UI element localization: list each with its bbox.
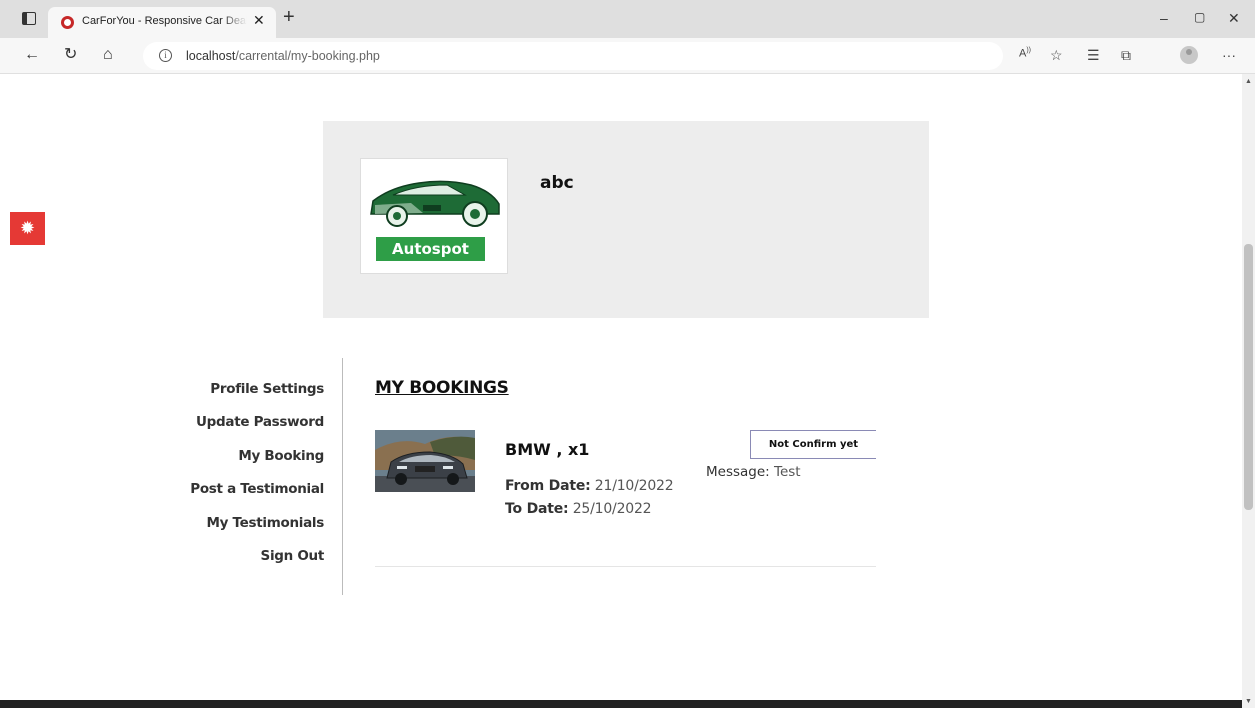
car-logo-icon [370, 180, 500, 227]
sidebar-item-my-booking[interactable]: My Booking [180, 445, 324, 478]
sidebar-item-sign-out[interactable]: Sign Out [180, 545, 325, 578]
to-date-value: 25/10/2022 [572, 501, 652, 517]
collections-icon[interactable]: ⧉ [1121, 47, 1131, 64]
settings-gear-button[interactable]: ✹ [10, 212, 45, 245]
info-icon[interactable]: i [159, 49, 172, 62]
from-date-label: From Date: [505, 478, 591, 494]
booking-divider [375, 566, 876, 567]
logo-text: Autospot [376, 237, 485, 261]
new-tab-button[interactable]: + [283, 6, 295, 29]
scroll-thumb[interactable] [1244, 244, 1253, 510]
to-date: To Date: 25/10/2022 [505, 501, 652, 517]
profile-name: abc [540, 173, 574, 193]
url-host: localhost [186, 49, 236, 63]
from-date-value: 21/10/2022 [594, 478, 674, 494]
tab-title: CarForYou - Responsive Car Dealer [82, 15, 247, 27]
back-icon[interactable]: ← [24, 46, 40, 64]
url-path: /carrental/my-booking.php [235, 49, 380, 63]
status-badge[interactable]: Not Confirm yet [750, 430, 876, 459]
footer [0, 700, 1242, 708]
gear-icon: ✹ [19, 218, 36, 238]
more-icon[interactable]: ··· [1222, 47, 1236, 63]
sidebar-divider [342, 358, 343, 595]
sidebar-item-my-testimonials[interactable]: My Testimonials [180, 512, 325, 545]
sidebar-item-profile-settings[interactable]: Profile Settings [180, 378, 324, 411]
scroll-down-arrow-icon[interactable]: ▼ [1245, 698, 1252, 705]
browser-toolbar: ← ↻ ⌂ i localhost/carrental/my-booking.p… [0, 38, 1255, 74]
account-sidebar: Profile Settings Update Password My Book… [180, 378, 324, 578]
from-date: From Date: 21/10/2022 [505, 478, 674, 494]
profile-icon[interactable] [1180, 46, 1198, 64]
booking-message: Message: Test [706, 464, 801, 480]
restore-button[interactable]: ▢ [1194, 10, 1205, 24]
home-icon[interactable]: ⌂ [103, 46, 113, 64]
favorite-icon[interactable]: ☆ [1050, 47, 1063, 64]
browser-tab-bar: CarForYou - Responsive Car Dealer ✕ + – … [0, 0, 1255, 38]
scrollbar[interactable]: ▲ ▼ [1242, 74, 1255, 708]
message-label: Message: [706, 464, 770, 480]
sidebar-toggle-icon[interactable] [22, 12, 36, 25]
url-text[interactable]: localhost/carrental/my-booking.php [186, 49, 380, 63]
to-date-label: To Date: [505, 501, 569, 517]
profile-header: Autospot abc [323, 121, 929, 318]
page-title: MY BOOKINGS [375, 378, 509, 398]
favicon-icon [61, 16, 74, 29]
message-value: Test [774, 464, 801, 480]
sidebar-item-post-testimonial[interactable]: Post a Testimonial [180, 478, 324, 511]
car-name: BMW , x1 [505, 440, 590, 459]
minimize-button[interactable]: – [1160, 10, 1168, 26]
profile-logo: Autospot [360, 158, 508, 274]
close-window-button[interactable]: ✕ [1228, 10, 1240, 27]
car-image [375, 430, 475, 492]
scroll-up-arrow-icon[interactable]: ▲ [1245, 78, 1252, 85]
address-bar[interactable]: i localhost/carrental/my-booking.php [143, 42, 1003, 70]
read-aloud-icon[interactable]: A)) [1019, 47, 1031, 60]
sidebar-item-update-password[interactable]: Update Password [180, 411, 324, 444]
favorites-list-icon[interactable]: ☰ [1087, 47, 1100, 64]
refresh-icon[interactable]: ↻ [64, 46, 77, 64]
browser-tab[interactable]: CarForYou - Responsive Car Dealer ✕ [48, 7, 276, 38]
close-tab-icon[interactable]: ✕ [253, 12, 265, 29]
